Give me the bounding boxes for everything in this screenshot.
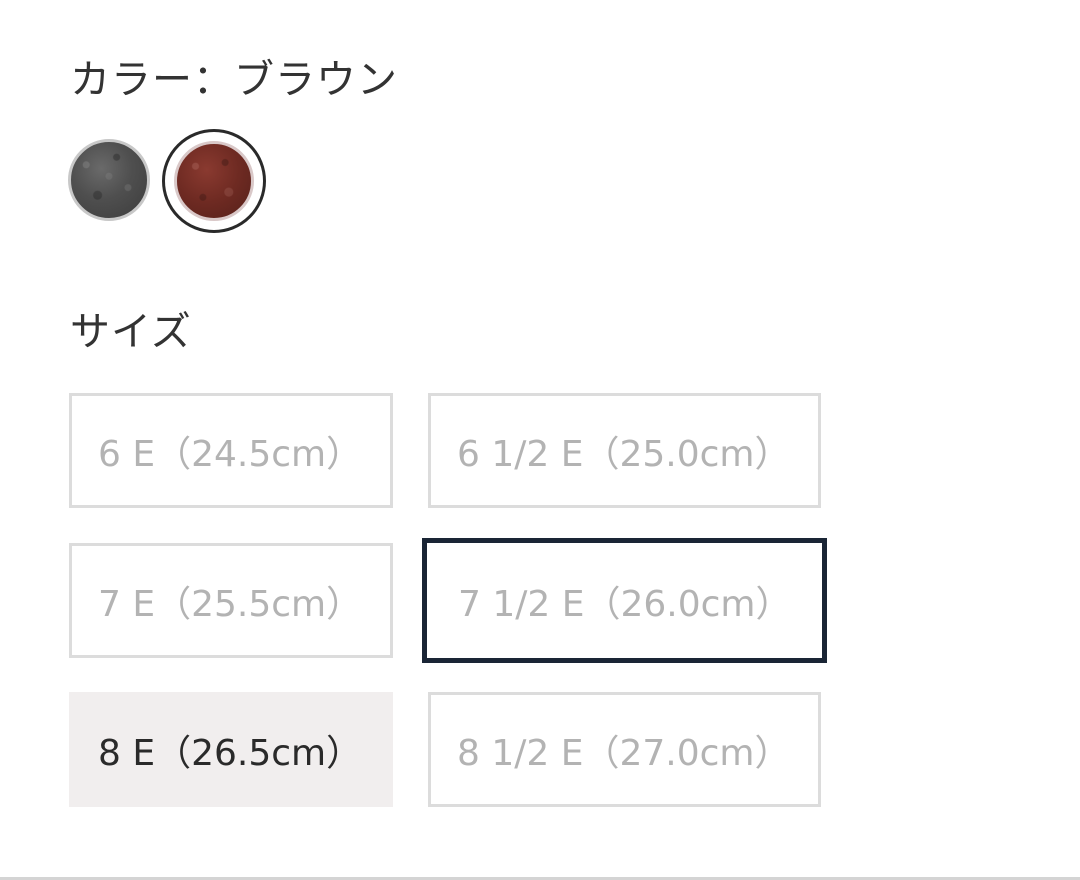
color-swatch-brown-selected[interactable] [162, 129, 266, 233]
size-option-8-half-e[interactable]: 8 1/2 E（27.0cm） [428, 692, 821, 807]
size-option-8e[interactable]: 8 E（26.5cm） [69, 692, 393, 807]
color-swatch-gray[interactable] [68, 139, 150, 221]
size-option-7e[interactable]: 7 E（25.5cm） [69, 543, 393, 658]
size-label: サイズ [70, 309, 192, 355]
size-option-7-half-e[interactable]: 7 1/2 E（26.0cm） [422, 538, 827, 663]
size-option-6-half-e[interactable]: 6 1/2 E（25.0cm） [428, 393, 821, 508]
size-option-6e[interactable]: 6 E（24.5cm） [69, 393, 393, 508]
color-swatch-brown [174, 141, 254, 221]
color-label: カラー：ブラウン [70, 57, 398, 103]
